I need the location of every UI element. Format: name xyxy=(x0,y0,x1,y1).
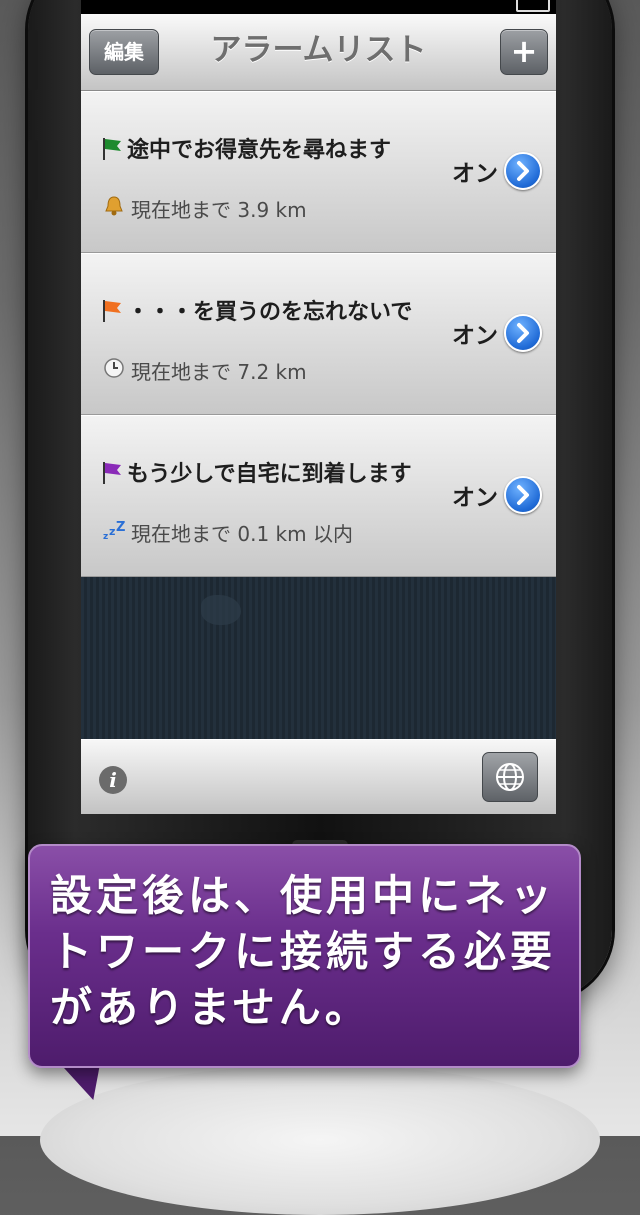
svg-text:Z: Z xyxy=(116,520,125,535)
svg-text:z: z xyxy=(109,525,115,538)
navigation-bar: アラームリスト 編集 + xyxy=(81,14,556,91)
caption-bubble: 設定後は、使用中にネットワークに接続する必要がありません。 xyxy=(28,844,581,1068)
info-button[interactable]: i xyxy=(99,766,127,794)
caption-text: 設定後は、使用中にネットワークに接続する必要がありません。 xyxy=(50,871,557,1032)
globe-icon xyxy=(496,763,524,791)
alarm-distance-text: 現在地まで 3.9 km xyxy=(131,198,307,222)
chevron-right-icon[interactable] xyxy=(504,152,542,190)
alarm-distance: zzZ 現在地まで 0.1 km 以内 xyxy=(101,518,353,547)
volume-button xyxy=(28,140,38,200)
bottom-toolbar: i xyxy=(81,739,556,814)
flag-icon xyxy=(103,462,121,484)
alarm-distance: 現在地まで 7.2 km xyxy=(101,356,307,385)
sleep-icon: zzZ xyxy=(101,519,127,546)
bell-icon xyxy=(101,195,127,222)
alarm-title: ・・・を買うのを忘れないで xyxy=(101,294,412,326)
app-screen: アラームリスト 編集 + 途中でお得意先を尋ねます 現在地まで 3.9 km オ… xyxy=(81,0,556,814)
map-view[interactable] xyxy=(81,577,556,739)
globe-button[interactable] xyxy=(482,752,538,802)
svg-text:z: z xyxy=(103,532,108,541)
alarm-title: もう少しで自宅に到着します xyxy=(101,456,412,488)
alarm-state: オン xyxy=(452,161,498,187)
alarm-row[interactable]: 途中でお得意先を尋ねます 現在地まで 3.9 km オン xyxy=(81,91,556,253)
alarm-row[interactable]: ・・・を買うのを忘れないで 現在地まで 7.2 km オン xyxy=(81,253,556,415)
alarm-title-text: もう少しで自宅に到着します xyxy=(127,462,412,487)
clock-icon xyxy=(101,357,127,384)
add-alarm-button[interactable]: + xyxy=(500,29,548,75)
map-landmass xyxy=(201,595,241,625)
flag-icon xyxy=(103,300,121,322)
alarm-distance-text: 現在地まで 0.1 km 以内 xyxy=(131,522,353,546)
status-bar xyxy=(81,0,556,14)
flag-icon xyxy=(103,138,121,160)
battery-icon xyxy=(516,0,550,12)
chevron-right-icon[interactable] xyxy=(504,314,542,352)
home-button xyxy=(40,1065,600,1215)
mute-switch xyxy=(28,30,38,90)
alarm-distance: 現在地まで 3.9 km xyxy=(101,194,307,223)
edit-button[interactable]: 編集 xyxy=(89,29,159,75)
alarm-state: オン xyxy=(452,323,498,349)
alarm-state: オン xyxy=(452,485,498,511)
alarm-distance-text: 現在地まで 7.2 km xyxy=(131,360,307,384)
chevron-right-icon[interactable] xyxy=(504,476,542,514)
alarm-row[interactable]: もう少しで自宅に到着します zzZ 現在地まで 0.1 km 以内 オン xyxy=(81,415,556,577)
alarm-title-text: 途中でお得意先を尋ねます xyxy=(127,138,392,163)
alarm-title-text: ・・・を買うのを忘れないで xyxy=(127,300,413,325)
alarm-title: 途中でお得意先を尋ねます xyxy=(101,132,391,164)
